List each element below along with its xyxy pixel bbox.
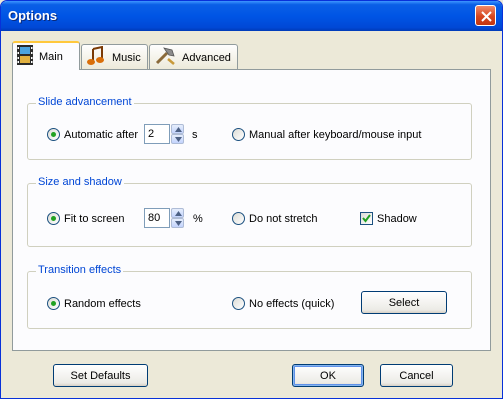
tab-advanced[interactable]: Advanced xyxy=(149,44,238,70)
arrow-up-icon xyxy=(175,211,182,216)
manual-radio[interactable] xyxy=(232,128,245,141)
set-defaults-button[interactable]: Set Defaults xyxy=(53,364,148,387)
ok-button[interactable]: OK xyxy=(292,364,364,387)
cancel-button[interactable]: Cancel xyxy=(380,364,453,387)
music-note-icon xyxy=(86,45,106,69)
film-strip-icon xyxy=(17,45,33,68)
percent-stepper[interactable] xyxy=(144,208,184,228)
percent-up-button[interactable] xyxy=(171,208,184,218)
percent-input[interactable] xyxy=(144,208,170,228)
fit-radio-option[interactable]: Fit to screen xyxy=(47,212,125,225)
main-tab-panel: Slide advancement Automatic after s xyxy=(12,69,491,351)
manual-label: Manual after keyboard/mouse input xyxy=(249,128,422,141)
transition-effects-group: Transition effects Random effects No eff… xyxy=(27,264,472,329)
random-radio-option[interactable]: Random effects xyxy=(47,297,141,310)
seconds-stepper[interactable] xyxy=(144,124,184,144)
no-effects-radio-option[interactable]: No effects (quick) xyxy=(232,297,334,310)
no-stretch-radio-option[interactable]: Do not stretch xyxy=(232,212,317,225)
tab-music[interactable]: Music xyxy=(81,44,148,70)
seconds-input[interactable] xyxy=(144,124,170,144)
no-effects-radio[interactable] xyxy=(232,297,245,310)
close-button[interactable] xyxy=(475,5,496,26)
manual-radio-option[interactable]: Manual after keyboard/mouse input xyxy=(232,128,421,141)
no-effects-label: No effects (quick) xyxy=(249,297,335,310)
shadow-checkbox[interactable] xyxy=(360,212,373,225)
tab-music-label: Music xyxy=(112,51,141,64)
tab-main-label: Main xyxy=(39,50,63,63)
slide-advancement-group: Slide advancement Automatic after s xyxy=(27,96,472,160)
select-button[interactable]: Select xyxy=(361,291,447,314)
automatic-radio-option[interactable]: Automatic after xyxy=(47,128,138,141)
checkmark-icon xyxy=(362,214,371,223)
arrow-up-icon xyxy=(175,127,182,132)
random-effects-label: Random effects xyxy=(64,297,141,310)
shadow-checkbox-option[interactable]: Shadow xyxy=(360,212,417,225)
tab-advanced-label: Advanced xyxy=(182,51,231,64)
percent-unit: % xyxy=(193,213,203,225)
arrow-down-icon xyxy=(175,137,182,142)
transition-effects-title: Transition effects xyxy=(36,264,124,276)
fit-to-screen-label: Fit to screen xyxy=(64,212,125,225)
arrow-down-icon xyxy=(175,221,182,226)
automatic-label: Automatic after xyxy=(64,128,138,141)
window-title: Options xyxy=(8,8,58,23)
seconds-down-button[interactable] xyxy=(171,134,184,144)
fit-to-screen-radio[interactable] xyxy=(47,212,60,225)
tab-main[interactable]: Main xyxy=(12,41,80,70)
automatic-radio[interactable] xyxy=(47,128,60,141)
title-bar[interactable]: Options xyxy=(1,1,502,31)
seconds-unit: s xyxy=(192,129,198,141)
options-dialog: Options Main Music Advanced Slide advanc… xyxy=(0,0,503,399)
percent-down-button[interactable] xyxy=(171,218,184,228)
close-icon xyxy=(481,11,492,22)
size-shadow-title: Size and shadow xyxy=(36,176,124,188)
no-stretch-radio[interactable] xyxy=(232,212,245,225)
hammer-icon xyxy=(154,46,176,69)
seconds-up-button[interactable] xyxy=(171,124,184,134)
slide-advancement-title: Slide advancement xyxy=(36,96,134,108)
no-stretch-label: Do not stretch xyxy=(249,212,318,225)
size-shadow-group: Size and shadow Fit to screen % xyxy=(27,176,472,247)
shadow-label: Shadow xyxy=(377,212,417,225)
random-effects-radio[interactable] xyxy=(47,297,60,310)
